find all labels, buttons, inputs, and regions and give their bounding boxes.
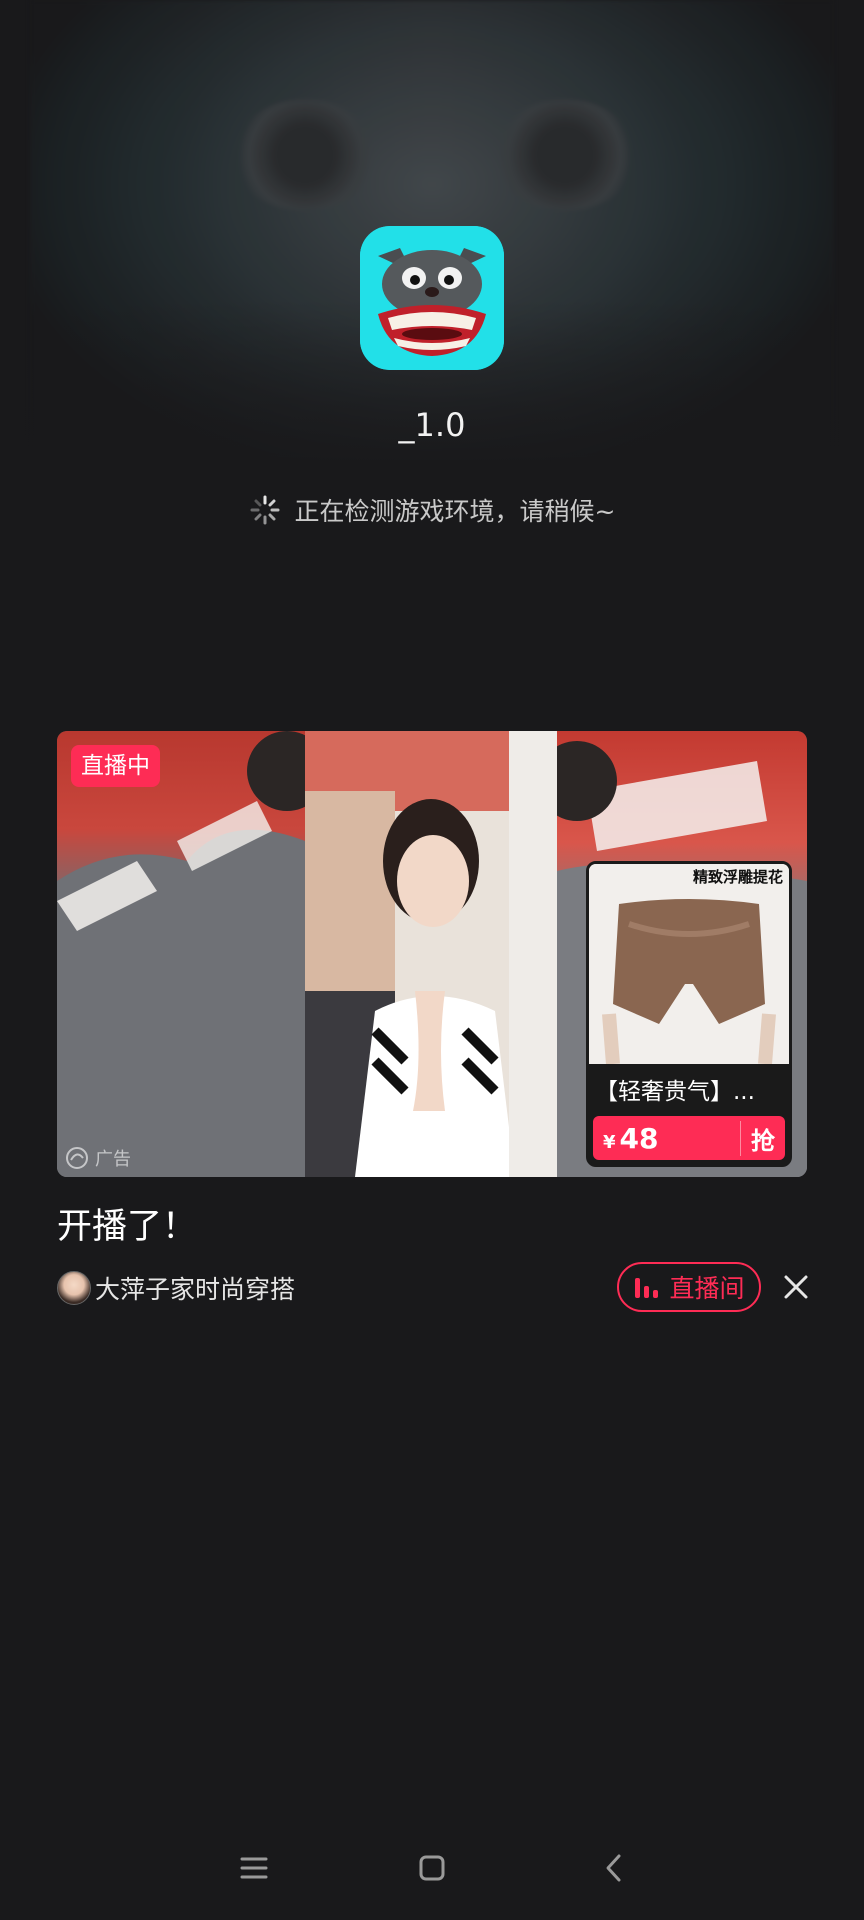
currency-symbol: ¥ (603, 1131, 616, 1153)
ad-frame-left-art (57, 731, 305, 1177)
talking-cat-icon (360, 226, 504, 370)
ad-title: 开播了！ (57, 1207, 198, 1247)
live-badge: 直播中 (71, 745, 160, 787)
back-button[interactable] (586, 1840, 642, 1896)
loading-spinner-icon (250, 495, 280, 525)
product-card[interactable]: 精致浮雕提花 【轻奢贵气】... ¥48 抢 (586, 861, 792, 1167)
menu-button[interactable] (226, 1840, 282, 1896)
status-text: 正在检测游戏环境，请稍候~ (294, 497, 616, 526)
live-room-button[interactable]: 直播间 (617, 1262, 761, 1312)
app-icon (360, 226, 504, 370)
price-value: 48 (619, 1121, 659, 1155)
system-nav-bar (0, 1840, 864, 1896)
ad-logo-icon (66, 1147, 88, 1169)
author-name[interactable]: 大萍子家时尚穿搭 (95, 1270, 295, 1306)
home-icon (419, 1855, 445, 1881)
product-title: 【轻奢贵气】... (595, 1079, 755, 1105)
ad-frame-center (305, 731, 557, 1177)
product-image: 精致浮雕提花 (589, 864, 789, 1065)
grab-button[interactable]: 抢 (740, 1120, 785, 1156)
live-room-label: 直播间 (669, 1274, 745, 1303)
ad-frame-center-art (305, 731, 557, 1177)
app-version: _1.0 (398, 406, 466, 444)
product-price: ¥48 (593, 1122, 659, 1155)
live-bars-icon (635, 1278, 659, 1298)
price-bar[interactable]: ¥48 抢 (593, 1116, 785, 1160)
author-avatar[interactable] (57, 1271, 91, 1305)
ad-mark: 广告 (65, 1145, 131, 1171)
loading-status: 正在检测游戏环境，请稍候~ (0, 492, 864, 528)
ad-frame-left: 直播中 广告 (57, 731, 305, 1177)
menu-icon (240, 1857, 268, 1879)
home-button[interactable] (404, 1840, 460, 1896)
ad-mark-label: 广告 (95, 1149, 131, 1170)
product-image-art (589, 864, 789, 1065)
ad-card[interactable]: 直播中 广告 精致浮雕提花 【轻奢贵气】... ¥ 48 抢 (57, 731, 807, 1177)
ad-author-row: 大萍子家时尚穿搭 直播间 (57, 1262, 808, 1322)
product-tag: 精致浮雕提花 (692, 868, 783, 886)
background-eye-left (230, 100, 380, 210)
back-icon (606, 1854, 621, 1882)
close-icon[interactable] (779, 1270, 813, 1304)
background-eye-right (490, 100, 640, 210)
